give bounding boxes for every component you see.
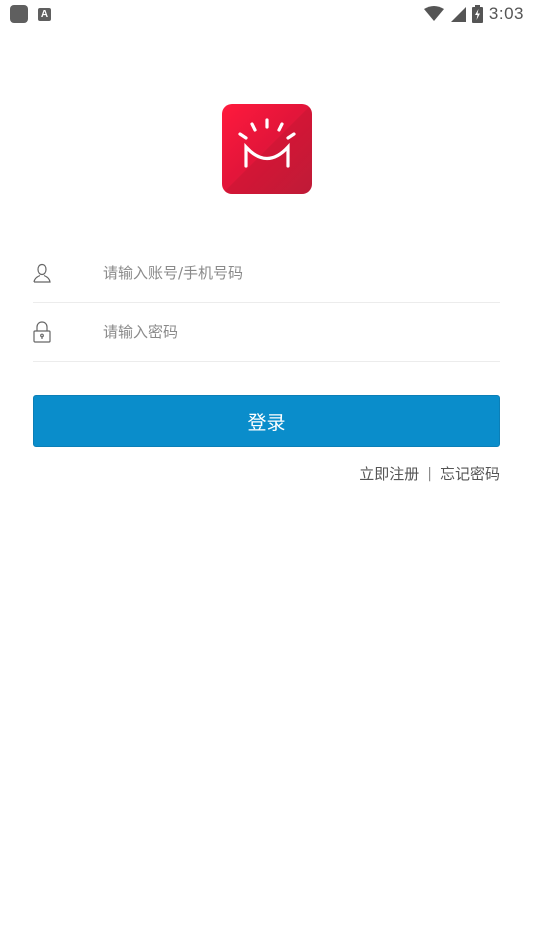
- password-input[interactable]: [103, 323, 483, 341]
- battery-charging-icon: [471, 5, 483, 23]
- account-input[interactable]: [103, 264, 483, 282]
- lock-icon: [33, 321, 51, 343]
- status-right: 3:03: [423, 4, 524, 24]
- status-bar: A 3:03: [0, 0, 534, 28]
- cellular-signal-icon: [450, 7, 466, 22]
- forgot-password-link[interactable]: 忘记密码: [440, 463, 500, 484]
- account-field-row: [33, 244, 500, 303]
- clock: 3:03: [488, 4, 524, 23]
- links-separator: |: [427, 465, 432, 482]
- account-icon-wrap: [33, 244, 103, 302]
- wifi-icon: [423, 6, 444, 21]
- app-logo: [222, 104, 312, 194]
- app-notification-icon: [10, 5, 28, 23]
- status-left: A: [10, 5, 51, 23]
- auth-links: 立即注册 | 忘记密码: [359, 463, 500, 484]
- password-field-row: [33, 303, 500, 362]
- login-button[interactable]: 登录: [33, 395, 500, 447]
- user-icon: [33, 263, 51, 283]
- a-icon: A: [38, 7, 51, 21]
- register-link[interactable]: 立即注册: [359, 463, 419, 484]
- smile-bag-logo: [222, 104, 312, 194]
- password-icon-wrap: [33, 303, 103, 361]
